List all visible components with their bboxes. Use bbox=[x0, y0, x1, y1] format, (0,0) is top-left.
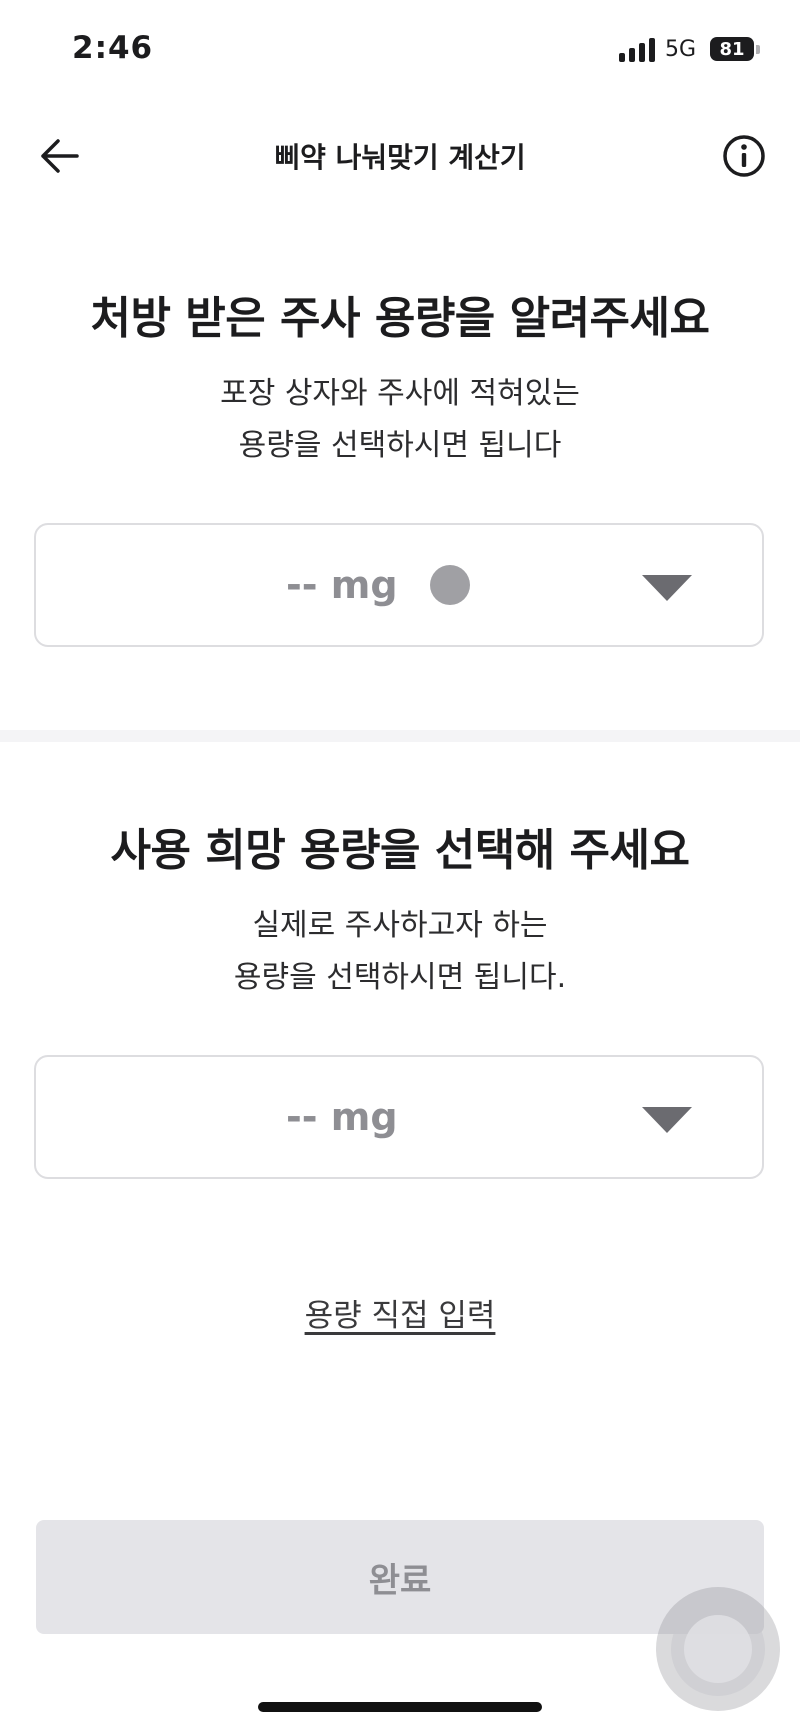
touch-dot-indicator bbox=[430, 565, 470, 605]
desired-desc-line1: 실제로 주사하고자 하는 bbox=[252, 908, 548, 943]
status-indicators: 5G 81 bbox=[618, 36, 760, 62]
signal-icon bbox=[618, 36, 655, 62]
page-title: 삐약 나눠맞기 계산기 bbox=[274, 141, 526, 174]
nav-bar: 삐약 나눠맞기 계산기 bbox=[0, 110, 800, 200]
prescribed-desc-line1: 포장 상자와 주사에 적혀있는 bbox=[220, 376, 580, 411]
desired-desc-line2: 용량을 선택하시면 됩니다. bbox=[233, 960, 567, 995]
desired-dose-section: 사용 희망 용량을 선택해 주세요 실제로 주사하고자 하는 용량을 선택하시면… bbox=[0, 814, 800, 1004]
prescribed-desc-line2: 용량을 선택하시면 됩니다 bbox=[238, 428, 562, 463]
status-bar: 2:46 5G 81 bbox=[0, 0, 800, 100]
assistive-touch-button[interactable] bbox=[656, 1587, 780, 1711]
battery-icon: 81 bbox=[710, 37, 760, 61]
prescribed-dose-value: -- mg bbox=[286, 563, 398, 607]
prescribed-dose-title: 처방 받은 주사 용량을 알려주세요 bbox=[90, 293, 711, 344]
desired-dose-value: -- mg bbox=[286, 1095, 398, 1139]
info-button[interactable] bbox=[718, 130, 770, 182]
info-circle-icon bbox=[723, 135, 765, 177]
desired-dose-desc: 실제로 주사하고자 하는 용량을 선택하시면 됩니다. bbox=[0, 900, 800, 1004]
prescribed-dose-dropdown[interactable]: -- mg bbox=[34, 523, 764, 647]
section-divider bbox=[0, 730, 800, 742]
status-time: 2:46 bbox=[72, 30, 154, 66]
battery-level: 81 bbox=[710, 37, 754, 61]
triangle-down-icon bbox=[642, 1107, 692, 1133]
manual-input-link[interactable]: 용량 직접 입력 bbox=[0, 1290, 800, 1335]
prescribed-dose-desc: 포장 상자와 주사에 적혀있는 용량을 선택하시면 됩니다 bbox=[0, 368, 800, 472]
desired-dose-title: 사용 희망 용량을 선택해 주세요 bbox=[110, 825, 690, 876]
home-indicator[interactable] bbox=[258, 1702, 542, 1712]
desired-dose-dropdown[interactable]: -- mg bbox=[34, 1055, 764, 1179]
network-label: 5G bbox=[664, 36, 696, 62]
triangle-down-icon bbox=[642, 575, 692, 601]
done-button[interactable]: 완료 bbox=[36, 1520, 764, 1634]
prescribed-dose-section: 처방 받은 주사 용량을 알려주세요 포장 상자와 주사에 적혀있는 용량을 선… bbox=[0, 282, 800, 472]
